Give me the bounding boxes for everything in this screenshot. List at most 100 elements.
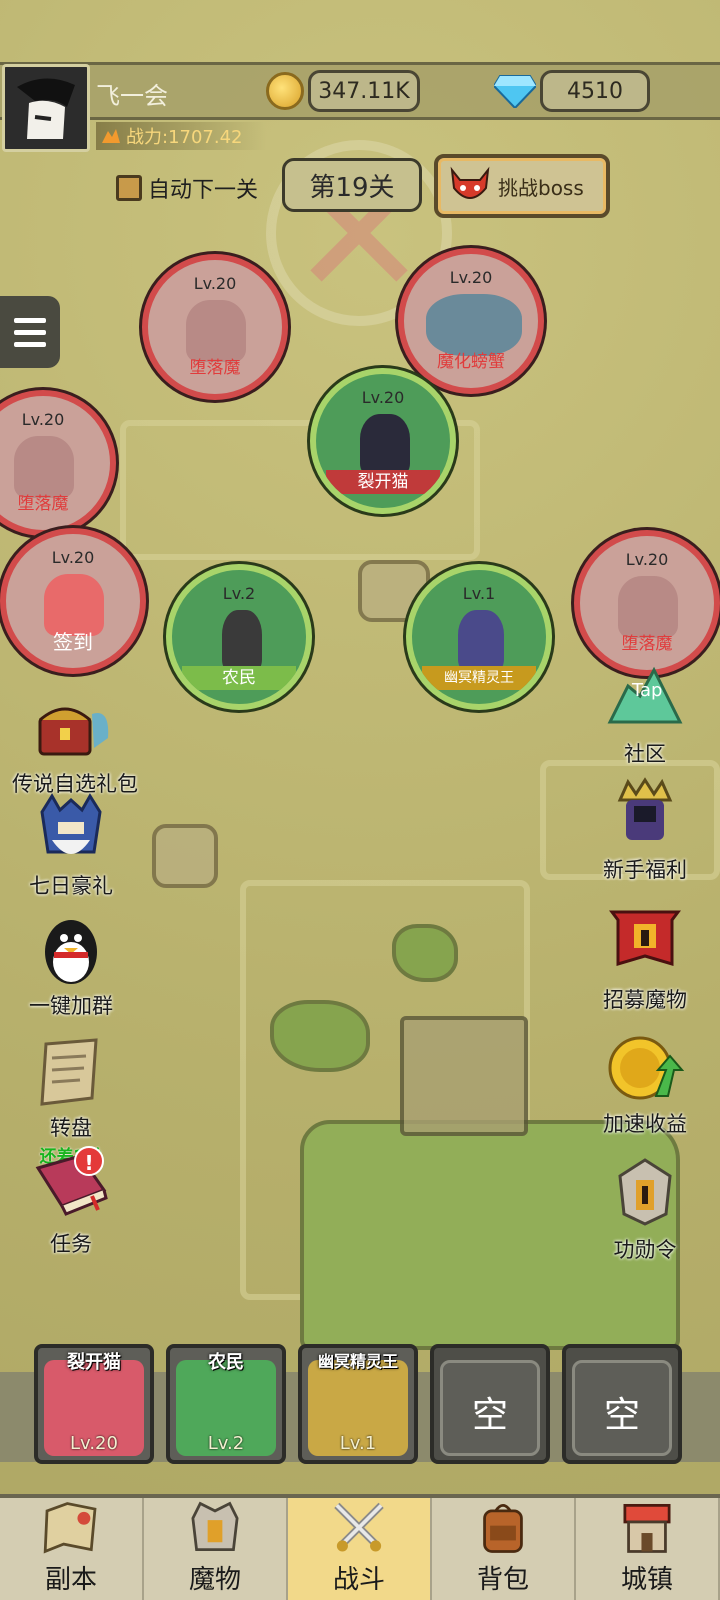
slot-unit-name: 幽冥精灵王 xyxy=(317,1352,398,1371)
unit-name: 农民 xyxy=(182,666,296,690)
backpack-icon xyxy=(483,1504,523,1553)
button-label: 社区 xyxy=(624,742,666,766)
bush xyxy=(270,1000,370,1072)
challenge-boss-button[interactable]: 挑战boss xyxy=(434,154,610,218)
unit-level: Lv.1 xyxy=(462,584,496,603)
nav-battle[interactable]: 战斗 xyxy=(288,1498,432,1600)
player-avatar[interactable] xyxy=(2,64,90,152)
fallen-demon-figure xyxy=(618,576,678,638)
slot-unit-level: Lv.2 xyxy=(207,1433,245,1454)
avatar-portrait-icon xyxy=(5,67,87,149)
treasure-chest-icon xyxy=(36,690,114,768)
coin-icon xyxy=(266,72,304,110)
team-slot-empty[interactable]: 空 xyxy=(562,1344,682,1464)
unit-name: 堕落魔 xyxy=(621,634,673,654)
unit-level: Lv.20 xyxy=(625,550,669,569)
empty-slot-label: 空 xyxy=(603,1395,640,1436)
nav-monsters[interactable]: 魔物 xyxy=(144,1498,288,1600)
button-label: 任务 xyxy=(50,1232,92,1256)
nav-dungeon[interactable]: 副本 xyxy=(0,1498,144,1600)
enemy-unit[interactable]: Lv.20 魔化螃蟹 xyxy=(398,248,544,394)
button-label: 转盘 xyxy=(50,1116,92,1140)
newbie-welfare-button[interactable]: 新手福利 xyxy=(570,776,720,884)
quest-button[interactable]: ! 任务 xyxy=(0,1146,146,1258)
boss-demon-icon xyxy=(450,166,490,199)
gem-count: 4510 xyxy=(540,70,650,112)
fallen-demon-figure xyxy=(186,300,246,362)
helmet-icon xyxy=(191,1501,239,1552)
top-bar: 飞一会 347.11K 4510 战力:1707.42 xyxy=(0,62,720,154)
unit-name: 裂开猫 xyxy=(326,470,440,494)
enemy-unit[interactable]: Lv.20 堕落魔 xyxy=(142,254,288,400)
nav-town[interactable]: 城镇 xyxy=(576,1498,720,1600)
cat-girl-figure xyxy=(360,414,410,476)
elf-king-figure xyxy=(458,610,504,672)
slot-unit-name: 裂开猫 xyxy=(67,1352,121,1373)
diamond-icon xyxy=(494,75,536,108)
enemy-unit[interactable]: Lv.20 堕落魔 xyxy=(0,390,116,536)
legend-gift-pack-button[interactable]: 传说自选礼包 xyxy=(0,690,150,798)
coin-arrow-icon xyxy=(606,1030,685,1108)
team-slot[interactable]: 裂开猫 Lv.20 xyxy=(34,1344,154,1464)
unit-level: Lv.20 xyxy=(51,548,95,567)
tap-icon-text: Tap xyxy=(631,680,662,701)
ally-unit[interactable]: Lv.1 幽冥精灵王 xyxy=(406,564,552,710)
unit-name: 魔化螃蟹 xyxy=(437,352,505,372)
power-value: 战力:1707.42 xyxy=(126,127,243,148)
quest-alert-badge: ! xyxy=(74,1146,104,1176)
ally-unit[interactable]: Lv.2 农民 xyxy=(166,564,312,710)
button-label: 七日豪礼 xyxy=(29,874,113,898)
unit-level: Lv.20 xyxy=(193,274,237,293)
team-slot-empty[interactable]: 空 xyxy=(430,1344,550,1464)
farmer-figure xyxy=(222,610,262,672)
menu-button[interactable] xyxy=(0,296,60,368)
auto-next-checkbox[interactable] xyxy=(116,175,142,201)
team-slot[interactable]: 农民 Lv.2 xyxy=(166,1344,286,1464)
button-label: 功勋令 xyxy=(613,1238,677,1262)
community-button[interactable]: Tap 社区 xyxy=(570,660,720,768)
scroll-icon xyxy=(32,1034,110,1112)
house xyxy=(400,1016,528,1136)
coin-count: 347.11K xyxy=(308,70,420,112)
unit-level: Lv.20 xyxy=(361,388,405,407)
penguin-icon xyxy=(32,912,110,990)
crossed-swords-icon xyxy=(334,1502,384,1552)
challenge-boss-label: 挑战boss xyxy=(498,175,584,200)
auto-next-toggle[interactable]: 自动下一关 xyxy=(116,172,258,204)
seven-day-gift-button[interactable]: 七日豪礼 xyxy=(0,792,146,900)
medal-helmet-icon xyxy=(606,1156,684,1234)
sign-in-unit[interactable]: Lv.20 签到 xyxy=(0,528,146,674)
power-row: 战力:1707.42 xyxy=(96,122,266,150)
ally-unit[interactable]: Lv.20 裂开猫 xyxy=(310,368,456,514)
knight-helmet-icon xyxy=(32,792,110,870)
unit-name: 幽冥精灵王 xyxy=(422,666,536,690)
recruit-monster-button[interactable]: 招募魔物 xyxy=(570,906,720,1014)
speed-income-button[interactable]: 加速收益 xyxy=(570,1030,720,1138)
banner-helmet-icon xyxy=(606,906,684,984)
merit-pass-button[interactable]: 功勋令 xyxy=(570,1156,720,1264)
wheel-button[interactable]: 转盘 还差2关 xyxy=(0,1034,146,1167)
team-slot[interactable]: 幽冥精灵王 Lv.1 xyxy=(298,1344,418,1464)
button-label: 新手福利 xyxy=(603,858,687,882)
empty-slot-label: 空 xyxy=(471,1395,508,1436)
nav-label: 战斗 xyxy=(332,1565,385,1595)
fallen-demon-figure xyxy=(14,436,74,498)
button-label: 一键加群 xyxy=(29,994,113,1018)
tap-icon: Tap xyxy=(606,660,684,738)
slot-unit-level: Lv.1 xyxy=(339,1433,377,1454)
unit-level: Lv.2 xyxy=(222,584,256,603)
enemy-unit[interactable]: Lv.20 堕落魔 xyxy=(574,530,720,676)
king-icon xyxy=(606,776,684,854)
menu-line xyxy=(14,329,46,335)
nav-backpack[interactable]: 背包 xyxy=(432,1498,576,1600)
slot-unit-name: 农民 xyxy=(208,1352,244,1373)
unit-name: 堕落魔 xyxy=(17,494,69,514)
bottom-nav: 副本 魔物 战斗 背包 城镇 xyxy=(0,1494,720,1600)
nav-label: 城镇 xyxy=(620,1565,673,1595)
unit-level: Lv.20 xyxy=(449,268,493,287)
join-group-button[interactable]: 一键加群 xyxy=(0,912,146,1020)
slot-unit-level: Lv.20 xyxy=(70,1433,118,1454)
shop-icon xyxy=(623,1503,671,1553)
bush xyxy=(392,924,458,982)
unit-level: Lv.20 xyxy=(21,410,65,429)
